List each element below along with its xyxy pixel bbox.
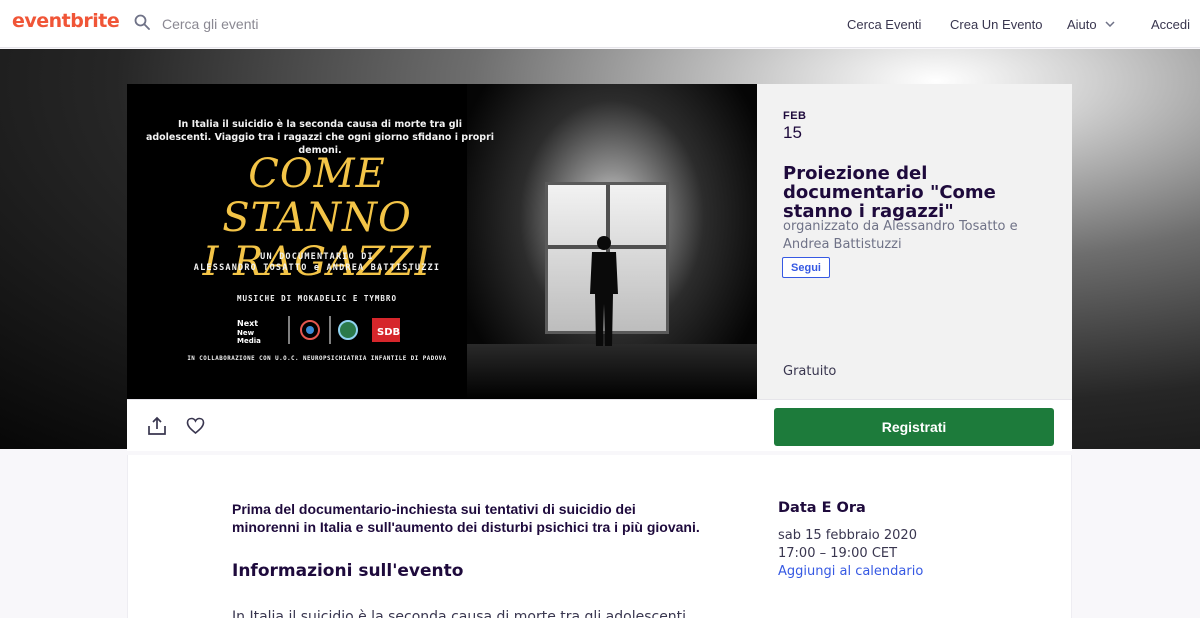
logo-new: New bbox=[237, 329, 255, 337]
event-organizer[interactable]: organizzato da Alessandro Tosatto e Andr… bbox=[783, 218, 1053, 253]
poster-title-line1: COME STANNO bbox=[222, 151, 412, 241]
event-day: 15 bbox=[783, 123, 802, 142]
event-date: sab 15 febbraio 2020 bbox=[778, 528, 917, 543]
datetime-title: Data E Ora bbox=[778, 500, 866, 516]
event-title: Proiezione del documentario "Come stanno… bbox=[783, 163, 996, 222]
search-bar[interactable] bbox=[134, 0, 462, 48]
search-icon[interactable] bbox=[134, 14, 150, 35]
event-poster-image: In Italia il suicidio è la seconda causa… bbox=[127, 84, 757, 399]
poster-floor bbox=[467, 344, 757, 399]
follow-button[interactable]: Segui bbox=[782, 257, 830, 278]
nav-cerca-eventi[interactable]: Cerca Eventi bbox=[847, 0, 921, 48]
event-price: Gratuito bbox=[783, 364, 837, 379]
logo-sdb: SDB bbox=[377, 327, 400, 338]
nav-accedi[interactable]: Accedi bbox=[1151, 0, 1190, 48]
poster-silhouette bbox=[590, 236, 618, 346]
chevron-down-icon bbox=[1105, 21, 1115, 27]
nav-crea-evento[interactable]: Crea Un Evento bbox=[950, 0, 1043, 48]
search-input[interactable] bbox=[162, 16, 462, 32]
event-content bbox=[127, 455, 1072, 618]
heart-icon[interactable] bbox=[186, 417, 205, 435]
eventbrite-logo[interactable]: eventbrite bbox=[12, 10, 120, 32]
event-summary: Prima del documentario-inchiesta sui ten… bbox=[232, 501, 700, 535]
event-time: 17:00 – 19:00 CET bbox=[778, 546, 898, 561]
about-text: In Italia il suicidio è la seconda causa… bbox=[232, 609, 687, 618]
poster-music: MUSICHE DI MOKADELIC E TYMBRO bbox=[237, 294, 397, 303]
poster-credits: UN DOCUMENTARIO DI ALESSANDRO TOSATTO e … bbox=[157, 252, 477, 274]
register-button[interactable]: Registrati bbox=[774, 408, 1054, 446]
event-month: FEB bbox=[783, 110, 807, 122]
share-icon[interactable] bbox=[147, 416, 167, 436]
poster-credits-line2: ALESSANDRO TOSATTO e ANDREA BATTISTUZZI bbox=[193, 263, 441, 273]
poster-credits-line1: UN DOCUMENTARIO DI bbox=[260, 252, 374, 262]
about-title: Informazioni sull'evento bbox=[232, 561, 464, 581]
poster-sponsor-logos: Next New Media SDB bbox=[237, 316, 400, 345]
add-to-calendar-link[interactable]: Aggiungi al calendario bbox=[778, 564, 923, 579]
poster-collaboration: IN COLLABORAZIONE CON U.O.C. NEUROPSICHI… bbox=[187, 356, 447, 362]
logo-media: Media bbox=[237, 337, 261, 345]
top-nav: eventbrite Cerca Eventi Crea Un Evento A… bbox=[0, 0, 1200, 48]
nav-aiuto-label: Aiuto bbox=[1067, 16, 1097, 32]
logo-next: Next bbox=[237, 319, 258, 328]
nav-aiuto[interactable]: Aiuto bbox=[1067, 0, 1115, 48]
